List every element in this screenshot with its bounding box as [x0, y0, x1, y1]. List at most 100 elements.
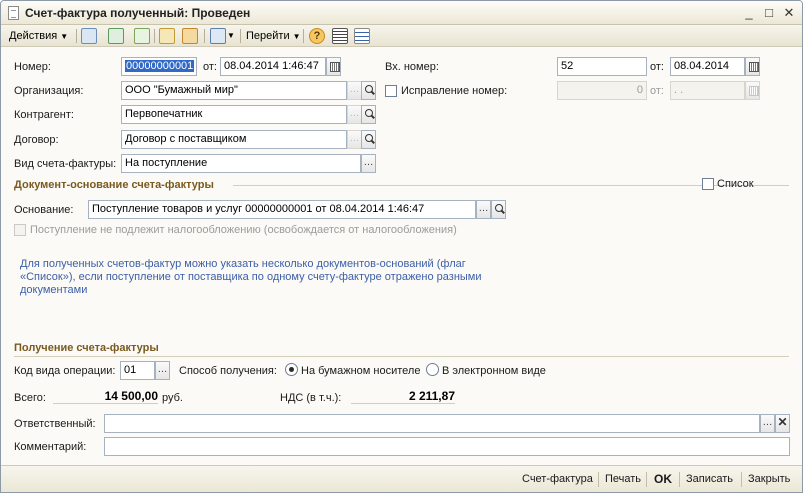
in-date-field[interactable]: 08.04.2014	[670, 57, 745, 76]
refresh-icon[interactable]	[108, 28, 124, 44]
calendar-icon[interactable]	[326, 57, 341, 76]
number-field[interactable]: 00000000001	[121, 57, 197, 76]
select-contract-button[interactable]: …	[347, 130, 362, 149]
select-basis-button[interactable]: …	[476, 200, 491, 219]
button-separator	[679, 472, 680, 487]
list-label: Список	[717, 178, 754, 190]
correction-checkbox[interactable]	[385, 85, 397, 97]
number-label: Номер:	[14, 61, 51, 73]
post-document-icon[interactable]	[81, 28, 97, 44]
counterparty-field[interactable]: Первопечатник	[121, 105, 347, 124]
paper-radio[interactable]	[285, 363, 298, 376]
toolbar-separator	[240, 29, 241, 43]
bottom-bar: Счет-фактура Печать OK Записать Закрыть	[1, 465, 802, 492]
basis-section-title: Документ-основание счета-фактуры	[14, 179, 214, 191]
basis-field[interactable]: Поступление товаров и услуг 00000000001 …	[88, 200, 476, 219]
title-bar: Счет-фактура полученный: Проведен _ □ ✕	[1, 1, 802, 25]
create-based-on-icon[interactable]	[210, 28, 226, 44]
movements-icon[interactable]	[159, 28, 175, 44]
correction-date-field: . .	[670, 81, 745, 100]
actions-label: Действия	[9, 30, 58, 42]
dropdown-arrow-icon: ▼	[60, 32, 69, 41]
structure-icon[interactable]	[182, 28, 198, 44]
not-taxable-checkbox	[14, 224, 26, 236]
in-date-from-label: от:	[650, 61, 664, 73]
window-title: Счет-фактура полученный: Проведен	[25, 6, 251, 20]
clear-icon[interactable]: ✕	[775, 414, 790, 433]
counterparty-label: Контрагент:	[14, 109, 74, 121]
comment-label: Комментарий:	[14, 441, 87, 453]
minimize-button[interactable]: _	[740, 4, 758, 22]
contract-label: Договор:	[14, 134, 59, 146]
select-organization-button[interactable]: …	[347, 81, 362, 100]
search-icon[interactable]	[361, 81, 376, 100]
electronic-radio[interactable]	[426, 363, 439, 376]
close-window-button[interactable]: ✕	[780, 4, 798, 22]
operation-code-field[interactable]: 01	[120, 361, 155, 380]
contract-field[interactable]: Договор с поставщиком	[121, 130, 347, 149]
close-button[interactable]: Закрыть	[748, 473, 790, 485]
comment-field[interactable]	[104, 437, 790, 456]
toolbar-separator	[154, 29, 155, 43]
toolbar-separator	[303, 29, 304, 43]
paper-radio-label: На бумажном носителе	[301, 365, 421, 377]
button-separator	[741, 472, 742, 487]
correction-number-field: 0	[557, 81, 647, 100]
button-separator	[598, 472, 599, 487]
invoice-type-field[interactable]: На поступление	[121, 154, 361, 173]
ok-button[interactable]: OK	[654, 472, 672, 486]
toolbar-separator	[204, 29, 205, 43]
total-value: 14 500,00	[53, 389, 158, 404]
vat-value: 2 211,87	[351, 389, 455, 404]
search-icon[interactable]	[491, 200, 506, 219]
save-button[interactable]: Записать	[686, 473, 733, 485]
basis-info-text: Для полученных счетов-фактур можно указа…	[20, 258, 482, 296]
search-icon[interactable]	[361, 105, 376, 124]
goto-label: Перейти	[246, 30, 290, 42]
print-button[interactable]: Печать	[605, 473, 641, 485]
search-icon[interactable]	[361, 130, 376, 149]
not-taxable-label: Поступление не подлежит налогообложению …	[30, 224, 457, 236]
goto-menu[interactable]: Перейти ▼	[246, 28, 301, 44]
select-responsible-button[interactable]: …	[760, 414, 775, 433]
correction-from-label: от:	[650, 85, 664, 97]
list-checkbox[interactable]	[702, 178, 714, 190]
maximize-button[interactable]: □	[760, 4, 778, 22]
list-settings-icon[interactable]	[354, 28, 370, 44]
copy-document-icon[interactable]	[134, 28, 150, 44]
in-number-label: Вх. номер:	[385, 61, 439, 73]
responsible-label: Ответственный:	[14, 418, 96, 430]
responsible-field[interactable]	[104, 414, 760, 433]
correction-label: Исправление номер:	[401, 85, 508, 97]
document-icon	[8, 6, 19, 20]
organization-field[interactable]: ООО "Бумажный мир"	[121, 81, 347, 100]
select-operation-code-button[interactable]: …	[155, 361, 170, 380]
receipt-section-title: Получение счета-фактуры	[14, 342, 159, 354]
dropdown-arrow-icon[interactable]: ▼	[227, 28, 235, 44]
select-invoice-type-button[interactable]: …	[361, 154, 376, 173]
calendar-icon	[745, 81, 760, 100]
form-settings-icon[interactable]	[332, 28, 348, 44]
section-divider	[14, 356, 789, 357]
total-label: Всего:	[14, 392, 46, 404]
operation-code-label: Код вида операции:	[14, 365, 116, 377]
select-counterparty-button[interactable]: …	[347, 105, 362, 124]
help-icon[interactable]: ?	[309, 28, 325, 44]
toolbar: Действия ▼ ▼ Перейти ▼ ?	[1, 25, 802, 47]
number-value: 00000000001	[125, 60, 195, 72]
receipt-method-label: Способ получения:	[179, 365, 277, 377]
actions-menu[interactable]: Действия ▼	[9, 28, 68, 44]
currency-label: руб.	[162, 392, 183, 404]
invoice-button[interactable]: Счет-фактура	[522, 473, 593, 485]
date-field[interactable]: 08.04.2014 1:46:47	[220, 57, 326, 76]
in-number-field[interactable]: 52	[557, 57, 647, 76]
invoice-window: Счет-фактура полученный: Проведен _ □ ✕ …	[0, 0, 803, 493]
dropdown-arrow-icon: ▼	[292, 32, 301, 41]
basis-label: Основание:	[14, 204, 74, 216]
electronic-radio-label: В электронном виде	[442, 365, 546, 377]
vat-label: НДС (в т.ч.):	[280, 392, 342, 404]
toolbar-separator	[76, 29, 77, 43]
button-separator	[646, 472, 647, 487]
calendar-icon[interactable]	[745, 57, 760, 76]
invoice-type-label: Вид счета-фактуры:	[14, 158, 117, 170]
